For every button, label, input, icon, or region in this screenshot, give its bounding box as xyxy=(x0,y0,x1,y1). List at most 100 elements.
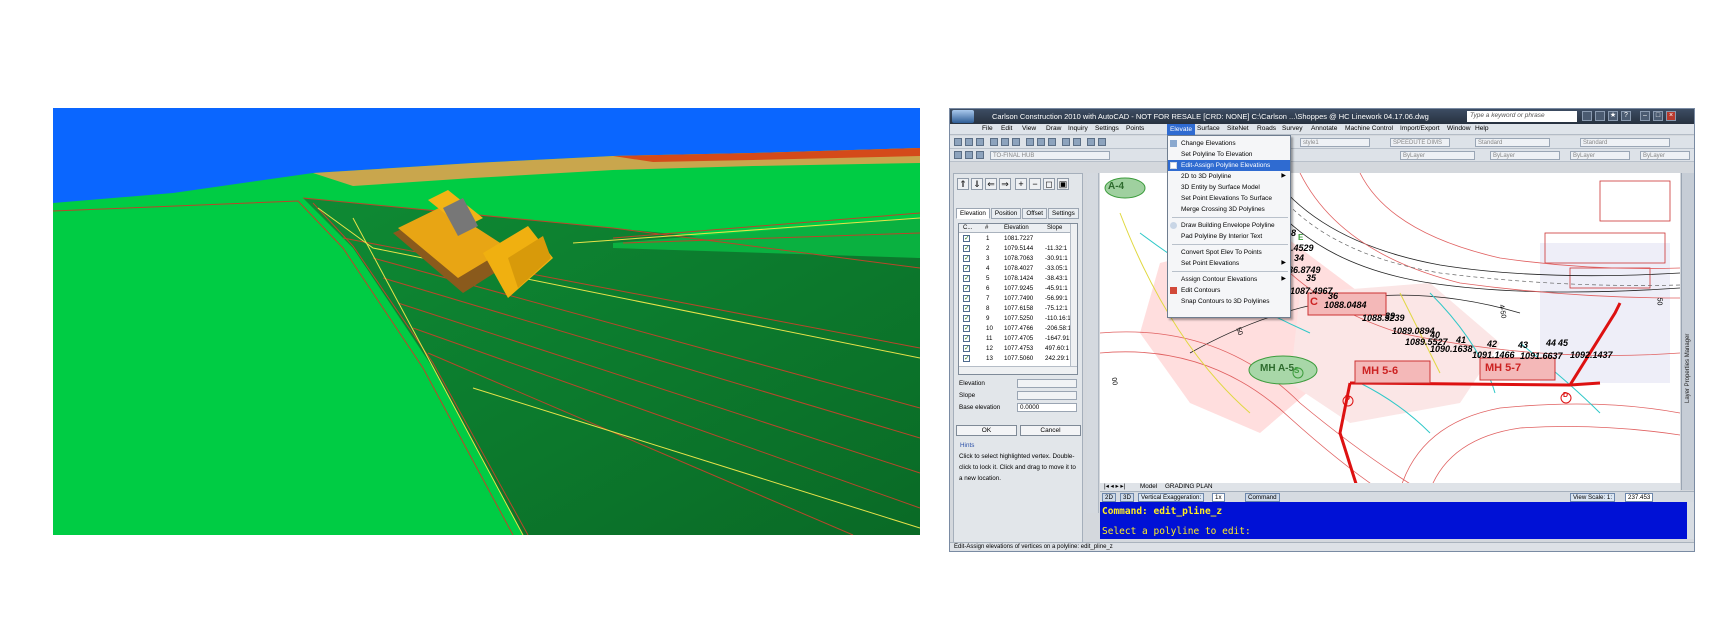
new-icon[interactable] xyxy=(954,138,962,146)
menu-item-3d-entity-by-surface[interactable]: 3D Entity by Surface Model xyxy=(1168,182,1290,193)
menu-item-merge-crossing-3d-polylines[interactable]: Merge Crossing 3D Polylines xyxy=(1168,204,1290,215)
dim-style-combo[interactable]: SPEEDUTE DIMS xyxy=(1390,138,1450,147)
menu-file[interactable]: File xyxy=(982,125,993,132)
command-prompt-line[interactable]: Select a polyline to edit: xyxy=(1102,526,1251,537)
command-line[interactable]: Command: edit_pline_z Select a polyline … xyxy=(1100,502,1694,539)
vertical-exaggeration-combo[interactable]: 1x xyxy=(1212,493,1225,502)
command-scrollbar[interactable] xyxy=(1687,502,1694,539)
menu-item-edit-contours[interactable]: Edit Contours xyxy=(1168,285,1290,296)
view-2d-button[interactable]: 2D xyxy=(1102,493,1116,502)
linetype-combo[interactable]: ByLayer xyxy=(1490,151,1560,160)
vertex-grid[interactable]: C... # Elevation Slope 1 1081.7227 2 1079.5… xyxy=(958,223,1078,375)
style-combo[interactable]: style1 xyxy=(1300,138,1370,147)
menu-settings[interactable]: Settings xyxy=(1095,125,1119,132)
prev-vertex-button[interactable]: ⇐ xyxy=(985,178,997,190)
table-row[interactable]: 3 1078.7063 -30.91:1 xyxy=(959,254,1077,264)
menu-sitenet[interactable]: SiteNet xyxy=(1227,125,1249,132)
menu-survey[interactable]: Survey xyxy=(1282,125,1303,132)
print-icon[interactable] xyxy=(990,138,998,146)
row-checkbox[interactable] xyxy=(963,324,970,332)
tab-offset[interactable]: Offset xyxy=(1022,208,1047,219)
row-checkbox[interactable] xyxy=(963,294,970,302)
ok-button[interactable]: OK xyxy=(956,425,1017,436)
zoom-out-icon[interactable]: − xyxy=(1029,178,1041,190)
first-vertex-button[interactable]: ⇑ xyxy=(957,178,969,190)
menu-item-assign-contour-elevations[interactable]: Assign Contour Elevations ▶ xyxy=(1168,274,1290,285)
table-row[interactable]: 13 1077.5060 242.29:1 xyxy=(959,354,1077,364)
grid-horizontal-scrollbar[interactable] xyxy=(959,366,1077,374)
layer-manager-icon[interactable] xyxy=(954,151,962,159)
slope-field[interactable] xyxy=(1017,391,1077,400)
row-checkbox[interactable] xyxy=(963,354,970,362)
menu-item-2d-to-3d-polyline[interactable]: 2D to 3D Polyline ▶ xyxy=(1168,171,1290,182)
menu-inquiry[interactable]: Inquiry xyxy=(1068,125,1088,132)
menu-annotate[interactable]: Annotate xyxy=(1311,125,1337,132)
menu-item-convert-spot-elev[interactable]: Convert Spot Elev To Points xyxy=(1168,247,1290,258)
publish-icon[interactable] xyxy=(1012,138,1020,146)
zoom-window-icon[interactable]: ◻ xyxy=(1043,178,1055,190)
table-row[interactable]: 9 1077.5250 -110.16:1 xyxy=(959,314,1077,324)
menu-roads[interactable]: Roads xyxy=(1257,125,1276,132)
col-slope[interactable]: Slope xyxy=(1047,225,1062,231)
table-row[interactable]: 12 1077.4753 497.60:1 xyxy=(959,344,1077,354)
menu-item-set-point-elevations[interactable]: Set Point Elevations ▶ xyxy=(1168,258,1290,269)
undo-icon[interactable] xyxy=(1062,138,1070,146)
binoculars-icon[interactable] xyxy=(1582,111,1592,121)
row-checkbox[interactable] xyxy=(963,234,970,242)
menu-surface[interactable]: Surface xyxy=(1197,125,1220,132)
row-checkbox[interactable] xyxy=(963,334,970,342)
maximize-button[interactable]: □ xyxy=(1653,111,1663,121)
menu-item-pad-polyline-by-interior-text[interactable]: Pad Polyline By Interior Text xyxy=(1168,231,1290,242)
plotstyle-combo[interactable]: ByLayer xyxy=(1640,151,1690,160)
table-style-combo[interactable]: Standard xyxy=(1580,138,1670,147)
tab-model[interactable]: Model xyxy=(1140,483,1157,490)
view-scale-value[interactable]: 237.453 xyxy=(1625,493,1654,502)
table-row[interactable]: 6 1077.9245 -45.91:1 xyxy=(959,284,1077,294)
layer-on-icon[interactable] xyxy=(965,151,973,159)
draw-toolbar[interactable] xyxy=(1087,173,1099,513)
table-row[interactable]: 5 1078.1424 -38.43:1 xyxy=(959,274,1077,284)
elevation-field[interactable] xyxy=(1017,379,1077,388)
table-row[interactable]: 4 1078.4027 -33.05:1 xyxy=(959,264,1077,274)
tab-elevation[interactable]: Elevation xyxy=(956,208,990,219)
row-checkbox[interactable] xyxy=(963,264,970,272)
close-button[interactable]: × xyxy=(1666,111,1676,121)
paste-icon[interactable] xyxy=(1048,138,1056,146)
menu-item-set-polyline-to-elevation[interactable]: Set Polyline To Elevation xyxy=(1168,149,1290,160)
cut-icon[interactable] xyxy=(1026,138,1034,146)
table-row[interactable]: 10 1077.4766 -206.58:1 xyxy=(959,324,1077,334)
copy-icon[interactable] xyxy=(1037,138,1045,146)
row-checkbox[interactable] xyxy=(963,314,970,322)
menu-item-edit-assign-polyline-elevations[interactable]: Edit-Assign Polyline Elevations xyxy=(1168,160,1290,171)
table-row[interactable]: 7 1077.7490 -56.99:1 xyxy=(959,294,1077,304)
menu-item-set-point-elevations-to-surface[interactable]: Set Point Elevations To Surface xyxy=(1168,193,1290,204)
row-checkbox[interactable] xyxy=(963,244,970,252)
search-input[interactable]: Type a keyword or phrase xyxy=(1467,111,1577,122)
preview-icon[interactable] xyxy=(1001,138,1009,146)
tab-position[interactable]: Position xyxy=(990,208,1022,219)
open-icon[interactable] xyxy=(965,138,973,146)
last-vertex-button[interactable]: ⇒ xyxy=(999,178,1011,190)
redo-icon[interactable] xyxy=(1073,138,1081,146)
tab-nav-arrows-icon[interactable]: |◂ ◂ ▸ ▸| xyxy=(1104,483,1125,490)
tab-settings[interactable]: Settings xyxy=(1048,208,1079,219)
menu-import-export[interactable]: Import/Export xyxy=(1400,125,1440,132)
command-button[interactable]: Command xyxy=(1245,493,1280,502)
row-checkbox[interactable] xyxy=(963,284,970,292)
row-checkbox[interactable] xyxy=(963,254,970,262)
cancel-button[interactable]: Cancel xyxy=(1020,425,1081,436)
base-elevation-field[interactable]: 0.0000 xyxy=(1017,403,1077,412)
col-elevation[interactable]: Elevation xyxy=(1004,225,1029,231)
menu-points[interactable]: Points xyxy=(1126,125,1144,132)
row-checkbox[interactable] xyxy=(963,304,970,312)
layer-properties-palette[interactable]: Layer Properties Manager xyxy=(1681,173,1694,490)
app-logo-icon[interactable] xyxy=(952,110,974,123)
pan-icon[interactable] xyxy=(1087,138,1095,146)
menu-machine-control[interactable]: Machine Control xyxy=(1345,125,1393,132)
favorites-star-icon[interactable]: ★ xyxy=(1608,111,1618,121)
view-3d-button[interactable]: 3D xyxy=(1120,493,1134,502)
color-combo[interactable]: ByLayer xyxy=(1400,151,1475,160)
table-row[interactable]: 8 1077.6158 -75.12:1 xyxy=(959,304,1077,314)
row-checkbox[interactable] xyxy=(963,274,970,282)
col-check[interactable]: C... xyxy=(963,225,972,231)
